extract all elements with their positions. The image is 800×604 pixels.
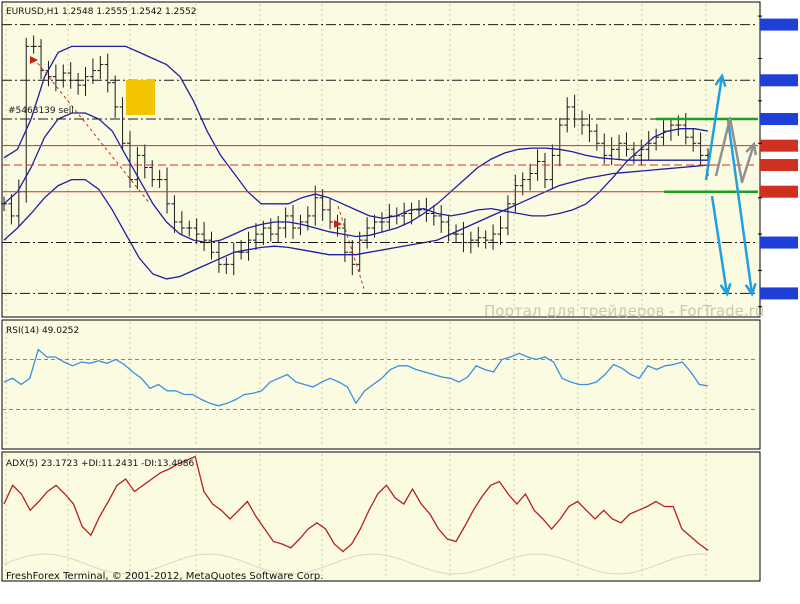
level-badge [760,287,798,300]
rsi-panel [1,319,761,450]
level-badge [760,113,798,126]
rsi-title: RSI(14) 49.0252 [6,326,79,336]
order-box [126,80,155,115]
chart-window: Портал для трейдеров - ForTrade.ru #5463… [0,0,800,600]
level-badge [760,139,798,152]
level-badge [760,236,798,249]
chart-svg: Портал для трейдеров - ForTrade.ru #5463… [1,1,798,582]
main-panel [1,1,761,318]
level-badge [760,185,798,198]
adx-title: ADX(5) 23.1723 +DI:11.2431 -DI:13.4986 [6,459,195,469]
adx-panel [1,451,761,582]
order-label: #5463139 sell [8,106,74,116]
level-badge [760,74,798,87]
footer-copyright: FreshForex Terminal, © 2001-2012, MetaQu… [6,571,323,582]
level-badge [760,159,798,172]
watermark: Портал для трейдеров - ForTrade.ru [484,302,764,320]
main-title: EURUSD,H1 1.2548 1.2555 1.2542 1.2552 [6,7,197,17]
level-badge [760,18,798,31]
